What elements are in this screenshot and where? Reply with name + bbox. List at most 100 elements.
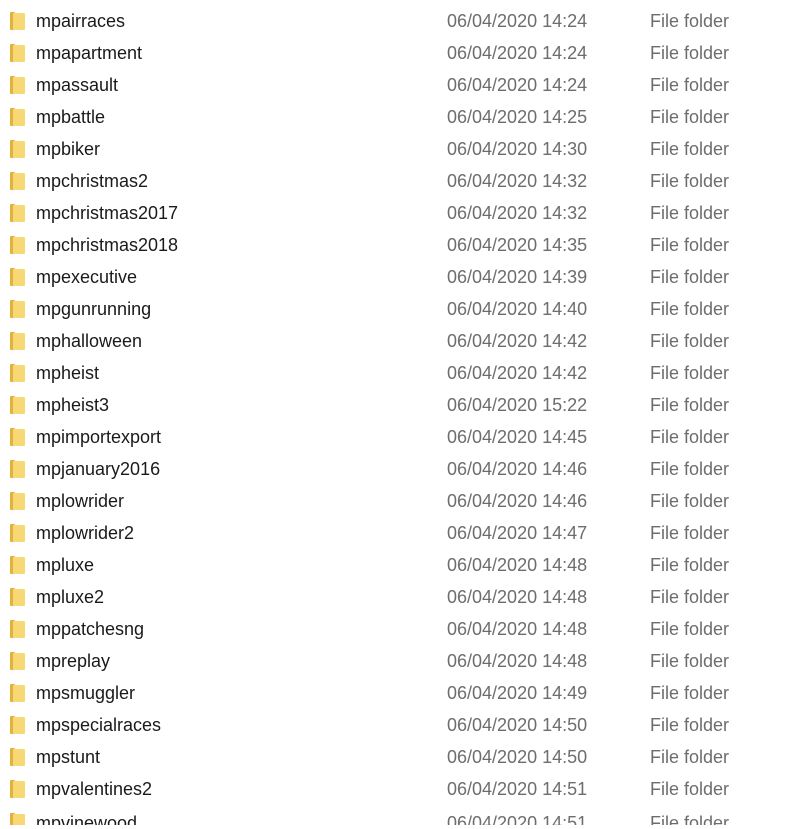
file-name: mpvalentines2 [36, 779, 153, 799]
file-type: File folder [650, 619, 730, 639]
folder-icon [10, 556, 25, 574]
file-type: File folder [650, 267, 730, 287]
date-modified: 06/04/2020 14:48 [447, 651, 588, 671]
file-row[interactable]: mpluxe 06/04/2020 14:48 File folder [0, 549, 799, 581]
file-row[interactable]: mpimportexport 06/04/2020 14:45 File folde… [0, 421, 799, 453]
folder-icon [10, 652, 25, 670]
file-type: File folder [650, 555, 730, 575]
file-name: mpstunt [36, 747, 101, 767]
file-row[interactable]: mpreplay 06/04/2020 14:48 File folder [0, 645, 799, 677]
file-type: File folder [650, 75, 730, 95]
file-row[interactable]: mpjanuary2016 06/04/2020 14:46 File folder [0, 453, 799, 485]
file-name: mpsmuggler [36, 683, 136, 703]
date-modified: 06/04/2020 14:51 [447, 779, 588, 799]
folder-icon [10, 492, 25, 510]
folder-icon [10, 268, 25, 286]
file-type: File folder [650, 171, 730, 191]
file-type: File folder [650, 491, 730, 511]
file-row[interactable]: mpairraces 06/04/2020 14:24 File folder [0, 5, 799, 37]
date-modified: 06/04/2020 14:46 [447, 459, 588, 479]
file-name: mpspecialraces [36, 715, 162, 735]
file-row[interactable]: mplowrider 06/04/2020 14:46 File folder [0, 485, 799, 517]
file-name: mpimportexport [36, 427, 162, 447]
date-modified: 06/04/2020 14:30 [447, 139, 588, 159]
file-row[interactable]: mpgunrunning 06/04/2020 14:40 File folder [0, 293, 799, 325]
file-row[interactable]: mplowrider2 06/04/2020 14:47 File folder [0, 517, 799, 549]
folder-icon [10, 620, 25, 638]
file-row[interactable]: mpvalentines2 06/04/2020 14:51 File folder [0, 773, 799, 805]
file-name: mpassault [36, 75, 119, 95]
file-name: mpexecutive [36, 267, 138, 287]
file-row[interactable]: mpassault 06/04/2020 14:24 File folder [0, 69, 799, 101]
file-name: mppatchesng [36, 619, 145, 639]
date-modified: 06/04/2020 14:42 [447, 331, 588, 351]
file-type: File folder [650, 395, 730, 415]
folder-icon [10, 813, 25, 825]
folder-icon [10, 684, 25, 702]
date-modified: 06/04/2020 14:49 [447, 683, 588, 703]
date-modified: 06/04/2020 14:39 [447, 267, 588, 287]
file-row[interactable]: mpluxe2 06/04/2020 14:48 File folder [0, 581, 799, 613]
file-name: mpairraces [36, 11, 126, 31]
folder-icon [10, 332, 25, 350]
date-modified: 06/04/2020 14:50 [447, 747, 588, 767]
folder-icon [10, 172, 25, 190]
date-modified: 06/04/2020 14:24 [447, 11, 588, 31]
file-name: mpchristmas2 [36, 171, 149, 191]
file-name: mpchristmas2018 [36, 235, 179, 255]
file-name: mpheist3 [36, 395, 110, 415]
file-name: mplowrider [36, 491, 125, 511]
file-row[interactable]: mpheist3 06/04/2020 15:22 File folder [0, 389, 799, 421]
file-name: mpluxe [36, 555, 95, 575]
file-name: mpreplay [36, 651, 111, 671]
date-modified: 06/04/2020 14:51 [447, 813, 588, 825]
folder-icon [10, 236, 25, 254]
folder-icon [10, 76, 25, 94]
file-row[interactable]: mpvinewood 06/04/2020 14:51 File folder [0, 805, 799, 825]
file-type: File folder [650, 813, 730, 825]
file-row[interactable]: mppatchesng 06/04/2020 14:48 File folder [0, 613, 799, 645]
folder-icon [10, 300, 25, 318]
folder-icon [10, 204, 25, 222]
file-name: mpbiker [36, 139, 101, 159]
file-row[interactable]: mpchristmas2018 06/04/2020 14:35 File fold… [0, 229, 799, 261]
file-type: File folder [650, 683, 730, 703]
file-type: File folder [650, 107, 730, 127]
file-row[interactable]: mpspecialraces 06/04/2020 14:50 File folde… [0, 709, 799, 741]
folder-icon [10, 428, 25, 446]
folder-icon [10, 108, 25, 126]
file-type: File folder [650, 747, 730, 767]
date-modified: 06/04/2020 14:24 [447, 43, 588, 63]
file-type: File folder [650, 427, 730, 447]
file-type: File folder [650, 779, 730, 799]
folder-icon [10, 524, 25, 542]
file-name: mpheist [36, 363, 100, 383]
file-row[interactable]: mpchristmas2 06/04/2020 14:32 File folder [0, 165, 799, 197]
date-modified: 06/04/2020 14:47 [447, 523, 588, 543]
file-row[interactable]: mpchristmas2017 06/04/2020 14:32 File fold… [0, 197, 799, 229]
file-list: mpairraces 06/04/2020 14:24 File folder mpa… [0, 5, 799, 825]
file-row[interactable]: mpbiker 06/04/2020 14:30 File folder [0, 133, 799, 165]
folder-icon [10, 780, 25, 798]
file-name: mplowrider2 [36, 523, 135, 543]
folder-icon [10, 396, 25, 414]
file-name: mpgunrunning [36, 299, 152, 319]
date-modified: 06/04/2020 14:46 [447, 491, 588, 511]
file-row[interactable]: mpheist 06/04/2020 14:42 File folder [0, 357, 799, 389]
folder-icon [10, 44, 25, 62]
file-row[interactable]: mphalloween 06/04/2020 14:42 File folder [0, 325, 799, 357]
file-row[interactable]: mpapartment 06/04/2020 14:24 File folder [0, 37, 799, 69]
file-row[interactable]: mpsmuggler 06/04/2020 14:49 File folder [0, 677, 799, 709]
file-row[interactable]: mpstunt 06/04/2020 14:50 File folder [0, 741, 799, 773]
file-type: File folder [650, 139, 730, 159]
file-row[interactable]: mpbattle 06/04/2020 14:25 File folder [0, 101, 799, 133]
file-type: File folder [650, 203, 730, 223]
date-modified: 06/04/2020 14:32 [447, 203, 588, 223]
date-modified: 06/04/2020 14:45 [447, 427, 588, 447]
file-name: mpvinewood [36, 813, 138, 825]
date-modified: 06/04/2020 14:50 [447, 715, 588, 735]
file-name: mpapartment [36, 43, 143, 63]
date-modified: 06/04/2020 14:48 [447, 555, 588, 575]
file-row[interactable]: mpexecutive 06/04/2020 14:39 File folder [0, 261, 799, 293]
folder-icon [10, 748, 25, 766]
